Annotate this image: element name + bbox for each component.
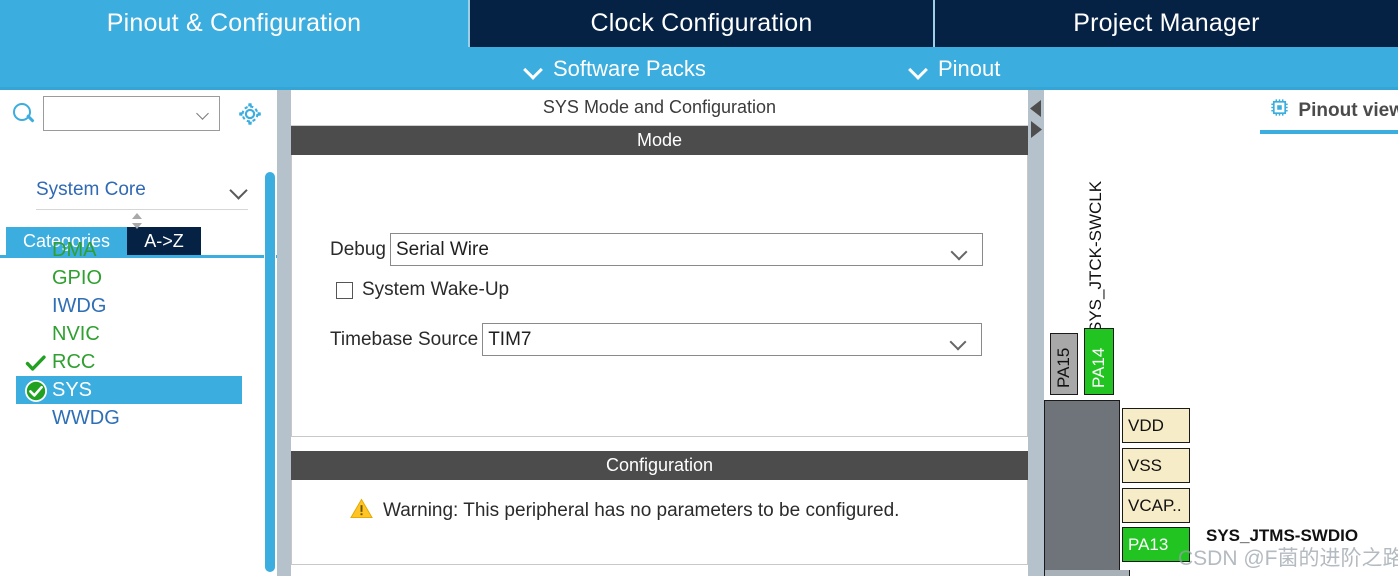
chevron-down-icon[interactable] [951, 336, 967, 346]
pinout-view-label: Pinout view [1298, 100, 1398, 122]
pin-vdd[interactable]: VDD [1122, 408, 1190, 443]
peripheral-tree: System Core DMA GPIO IWDG [8, 170, 264, 576]
sidebar-item-rcc[interactable]: RCC [16, 348, 242, 376]
pin-label: VCAP.. [1128, 496, 1182, 516]
signal-label-jtck-swclk: SYS_JTCK-SWCLK [1086, 181, 1106, 333]
chevron-down-icon[interactable] [197, 109, 210, 117]
warning-triangle-icon [350, 498, 373, 524]
panel-gap [291, 437, 1028, 451]
tab-label: Clock Configuration [591, 9, 813, 38]
menu-software-packs[interactable]: Software Packs [525, 47, 706, 90]
chevron-down-icon [910, 63, 928, 74]
tab-label: Pinout & Configuration [107, 9, 362, 38]
peripheral-label: DMA [52, 239, 96, 262]
pinout-view-header[interactable]: Pinout view [1270, 98, 1398, 123]
chip-body [1044, 400, 1120, 576]
pin-label: PA14 [1089, 348, 1109, 388]
pinout-view-panel: Pinout view SYS_JTCK-SWCLK PA15 PA14 VDD… [1044, 90, 1398, 576]
pin-vss[interactable]: VSS [1122, 448, 1190, 483]
peripheral-label: IWDG [52, 295, 106, 318]
debug-value: Serial Wire [396, 239, 489, 261]
tree-group-system-core: System Core [8, 170, 264, 210]
pin-label: VSS [1128, 456, 1162, 476]
pin-label: VDD [1128, 416, 1164, 436]
group-header-system-core[interactable]: System Core [36, 170, 248, 210]
peripherals-sidebar: Categories A->Z System Core [0, 90, 264, 576]
search-row [0, 90, 264, 137]
pin-pa14[interactable]: PA14 [1084, 328, 1114, 395]
pin-vcap[interactable]: VCAP.. [1122, 488, 1190, 523]
peripheral-label: NVIC [52, 323, 100, 346]
peripheral-list: DMA GPIO IWDG NVIC RC [16, 236, 242, 432]
check-circle-icon [24, 379, 48, 403]
peripheral-label: GPIO [52, 267, 102, 290]
tab-pinout-configuration[interactable]: Pinout & Configuration [0, 0, 468, 47]
debug-select[interactable]: Serial Wire [390, 233, 983, 266]
gear-icon[interactable] [236, 100, 264, 128]
peripheral-label: SYS [52, 379, 92, 402]
warning-text: Warning: This peripheral has no paramete… [383, 500, 899, 522]
sidebar-divider [277, 90, 291, 576]
configuration-section-body: Warning: This peripheral has no paramete… [291, 480, 1028, 565]
sub-menu-bar: Software Packs Pinout [0, 47, 1398, 90]
group-label: System Core [36, 179, 146, 201]
panel-title-label: SYS Mode and Configuration [543, 97, 776, 118]
sidebar-item-wwdg[interactable]: WWDG [16, 404, 242, 432]
pin-pa15[interactable]: PA15 [1050, 333, 1078, 395]
chevron-down-icon[interactable] [230, 184, 248, 195]
chevron-down-icon[interactable] [952, 246, 968, 256]
sidebar-item-nvic[interactable]: NVIC [16, 320, 242, 348]
menu-label: Software Packs [553, 56, 706, 82]
timebase-value: TIM7 [488, 329, 531, 351]
system-wakeup-checkbox[interactable] [336, 282, 353, 299]
collapse-right-icon[interactable] [1028, 119, 1044, 140]
pin-label: PA15 [1054, 348, 1074, 388]
tab-project-manager[interactable]: Project Manager [933, 0, 1398, 47]
menu-pinout[interactable]: Pinout [910, 47, 1000, 90]
pin-label: PA13 [1128, 535, 1168, 555]
menu-label: Pinout [938, 56, 1000, 82]
check-icon [24, 351, 48, 375]
tab-label: Project Manager [1073, 9, 1259, 38]
timebase-select[interactable]: TIM7 [482, 323, 982, 356]
mode-section-body: Debug Serial Wire System Wake-Up Timebas… [291, 155, 1028, 437]
configuration-panel: SYS Mode and Configuration Mode Debug Se… [291, 90, 1028, 576]
search-combobox[interactable] [43, 96, 220, 131]
panel-title: SYS Mode and Configuration [291, 90, 1028, 126]
search-input[interactable] [48, 98, 196, 129]
system-wakeup-row[interactable]: System Wake-Up [336, 279, 509, 301]
sidebar-item-sys[interactable]: SYS [16, 376, 242, 404]
chip-body-strip [1044, 570, 1130, 576]
peripheral-label: RCC [52, 351, 95, 374]
panel-splitter[interactable] [1028, 90, 1044, 576]
configuration-section-header: Configuration [291, 451, 1028, 480]
search-icon [6, 97, 40, 131]
chip-icon [1270, 98, 1289, 123]
debug-label: Debug [330, 239, 386, 261]
scroll-spinner-icon[interactable] [126, 212, 148, 230]
main-tab-bar: Pinout & Configuration Clock Configurati… [0, 0, 1398, 47]
peripheral-label: WWDG [52, 407, 120, 430]
sidebar-item-dma[interactable]: DMA [16, 236, 242, 264]
collapse-left-icon[interactable] [1028, 98, 1044, 119]
section-label: Mode [637, 130, 682, 151]
pinout-view-underline [1260, 130, 1398, 134]
chevron-down-icon [525, 63, 543, 74]
warning-row: Warning: This peripheral has no paramete… [350, 498, 899, 524]
system-wakeup-label: System Wake-Up [362, 279, 509, 301]
section-label: Configuration [606, 455, 713, 476]
timebase-label: Timebase Source [330, 329, 478, 351]
tab-clock-configuration[interactable]: Clock Configuration [468, 0, 933, 47]
sidebar-item-gpio[interactable]: GPIO [16, 264, 242, 292]
sidebar-scrollbar-thumb[interactable] [265, 172, 275, 572]
csdn-watermark: CSDN @F菌的进阶之路 [1178, 542, 1398, 572]
cubemx-window: Pinout & Configuration Clock Configurati… [0, 0, 1398, 576]
timebase-row: Timebase Source TIM7 [330, 323, 982, 356]
mode-section-header: Mode [291, 126, 1028, 155]
debug-row: Debug Serial Wire [330, 233, 983, 266]
sidebar-item-iwdg[interactable]: IWDG [16, 292, 242, 320]
